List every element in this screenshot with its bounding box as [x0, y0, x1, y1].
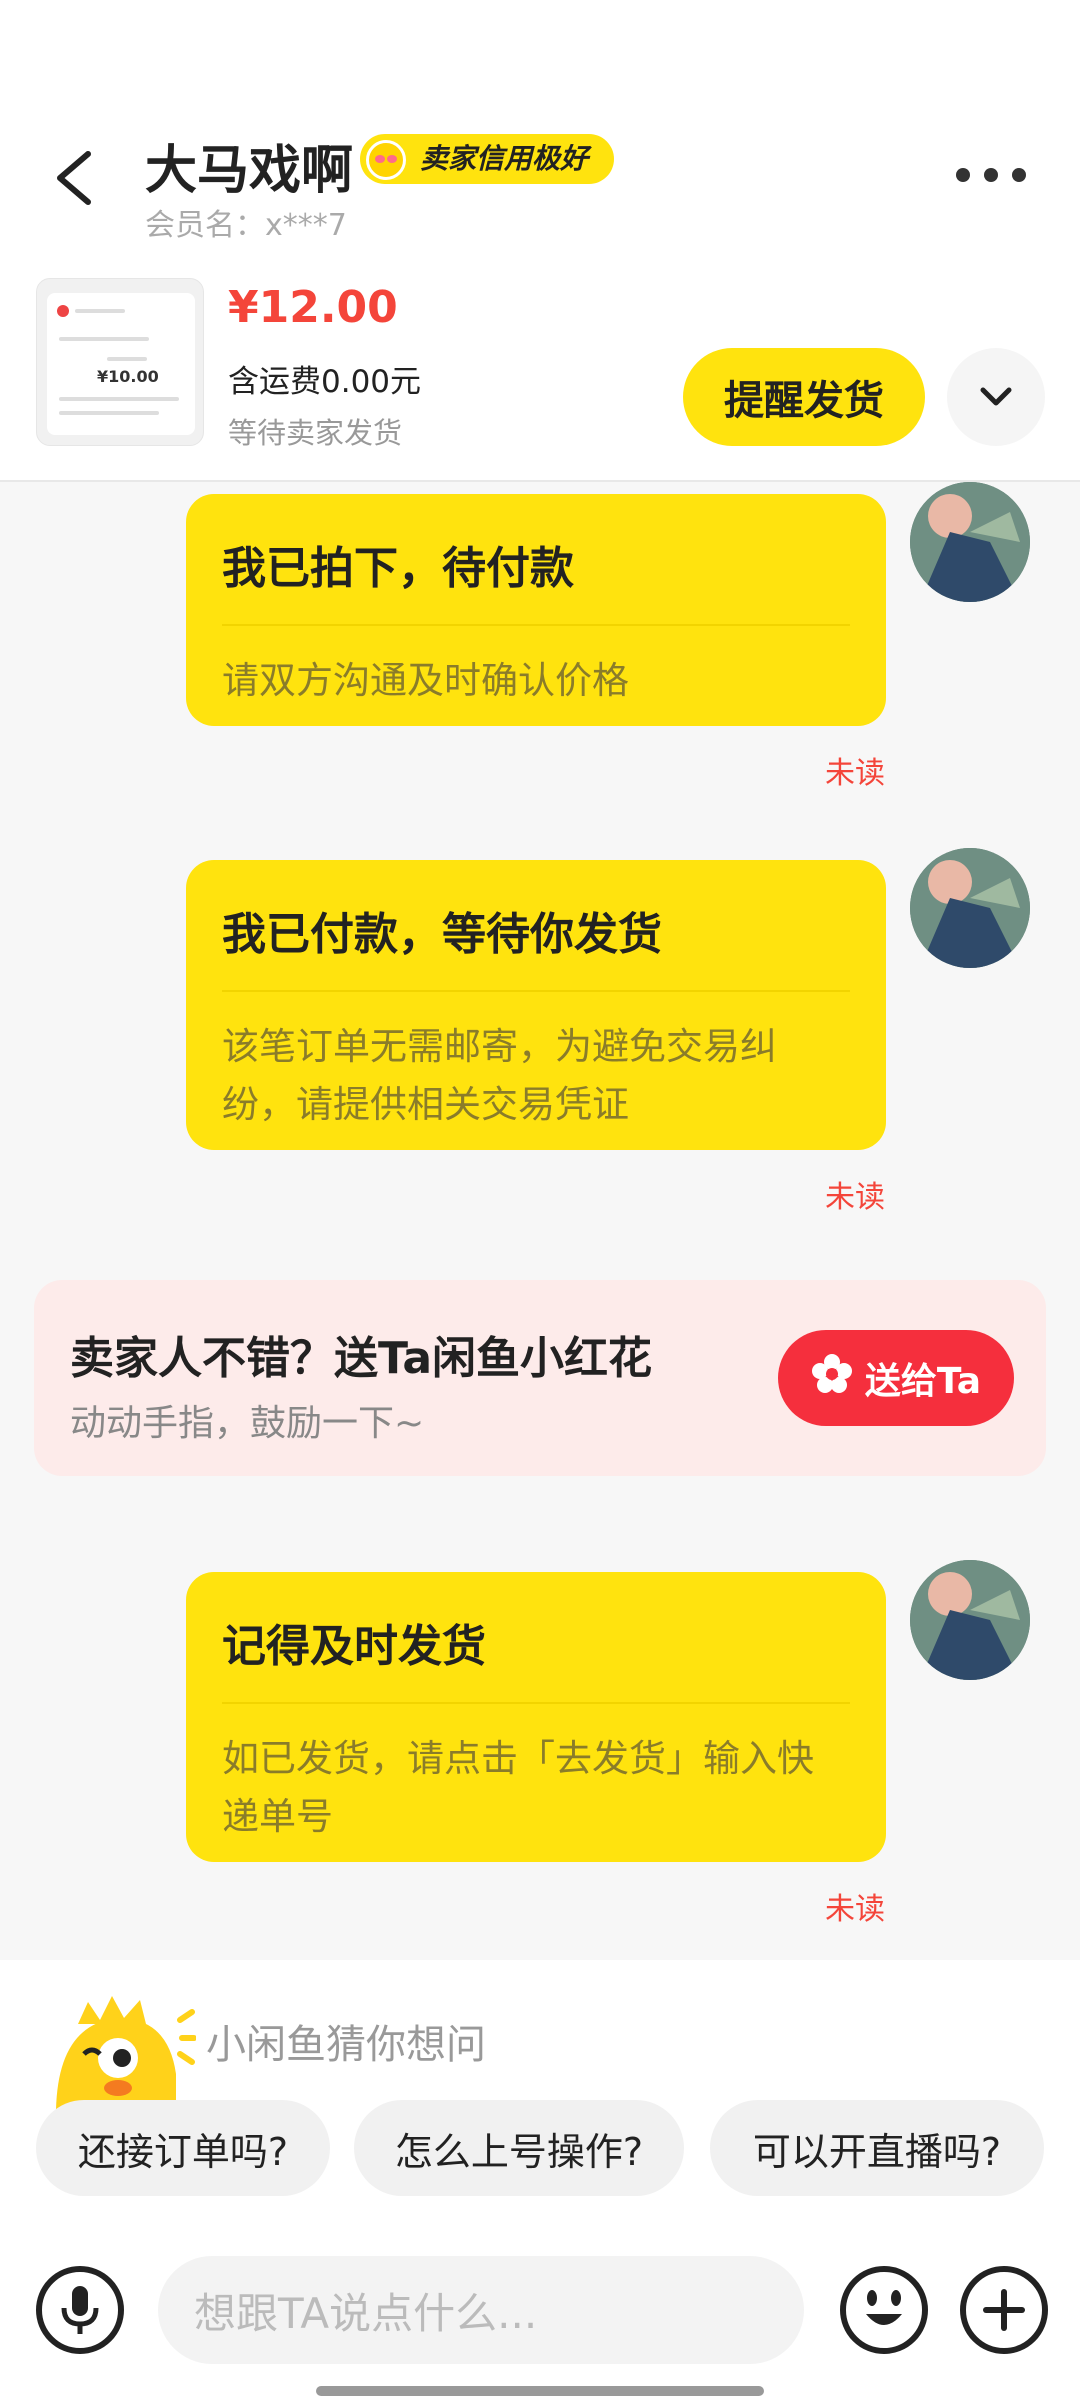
product-thumbnail[interactable]: ¥10.00: [36, 278, 204, 446]
promo-subtitle: 动动手指，鼓励一下~: [70, 1403, 425, 1444]
member-name: 会员名：x***7: [145, 208, 347, 243]
message-body: 请双方沟通及时确认价格: [222, 659, 629, 702]
message-input[interactable]: 想跟TA说点什么...: [158, 2256, 804, 2364]
send-flower-label: 送给Ta: [864, 1361, 982, 1402]
more-icon[interactable]: [956, 160, 1026, 190]
face-icon: [366, 140, 406, 180]
promo-title: 卖家人不错？送Ta闲鱼小红花: [70, 1333, 653, 1384]
order-status: 等待卖家发货: [228, 416, 403, 450]
thumb-amount: ¥10.00: [97, 367, 159, 386]
emoji-icon[interactable]: [840, 2266, 928, 2354]
avatar[interactable]: [910, 848, 1030, 968]
message-title: 记得及时发货: [222, 1572, 850, 1704]
suggestion-chip[interactable]: 怎么上号操作?: [354, 2100, 684, 2196]
product-price: ¥12.00: [228, 282, 398, 333]
suggestion-chip[interactable]: 还接订单吗?: [36, 2100, 330, 2196]
send-flower-button[interactable]: 送给Ta: [778, 1330, 1014, 1426]
message-body: 如已发货，请点击「去发货」输入快递单号: [222, 1737, 814, 1838]
chat-page: 大马戏啊 卖家信用极好 会员名：x***7 ¥10.00 ¥12.00 含运费0…: [0, 0, 1080, 2400]
back-arrow-icon[interactable]: [52, 150, 98, 206]
unread-label: 未读: [825, 1892, 885, 1927]
header-divider: [0, 480, 1080, 482]
suggestion-chip[interactable]: 可以开直播吗?: [710, 2100, 1044, 2196]
chat-header: 大马戏啊 卖家信用极好 会员名：x***7 ¥10.00 ¥12.00 含运费0…: [0, 0, 1080, 480]
message-title: 我已付款，等待你发货: [222, 860, 850, 992]
suggestion-title: 小闲鱼猜你想问: [206, 2022, 486, 2068]
avatar[interactable]: [910, 482, 1030, 602]
order-message-card[interactable]: 我已拍下，待付款 请双方沟通及时确认价格: [186, 494, 886, 726]
message-body: 该笔订单无需邮寄，为避免交易纠纷，请提供相关交易凭证: [222, 1025, 777, 1126]
plus-icon[interactable]: [960, 2266, 1048, 2354]
avatar[interactable]: [910, 1560, 1030, 1680]
order-message-card[interactable]: 记得及时发货 如已发货，请点击「去发货」输入快递单号: [186, 1572, 886, 1862]
seller-name: 大马戏啊: [145, 141, 354, 201]
remind-ship-button[interactable]: 提醒发货: [683, 348, 925, 446]
message-title: 我已拍下，待付款: [222, 494, 850, 626]
mascot-icon: [48, 1984, 197, 2112]
unread-label: 未读: [825, 1180, 885, 1215]
shipping-fee: 含运费0.00元: [228, 364, 422, 400]
mic-icon[interactable]: [36, 2266, 124, 2354]
flower-promo-card: 卖家人不错？送Ta闲鱼小红花 动动手指，鼓励一下~ 送给Ta: [34, 1280, 1046, 1476]
home-indicator[interactable]: [316, 2386, 764, 2396]
flower-icon: [811, 1353, 853, 1404]
unread-label: 未读: [825, 756, 885, 791]
chevron-down-icon[interactable]: [947, 348, 1045, 446]
credit-badge: 卖家信用极好: [360, 134, 615, 184]
credit-badge-label: 卖家信用极好: [420, 142, 589, 175]
order-message-card[interactable]: 我已付款，等待你发货 该笔订单无需邮寄，为避免交易纠纷，请提供相关交易凭证: [186, 860, 886, 1150]
